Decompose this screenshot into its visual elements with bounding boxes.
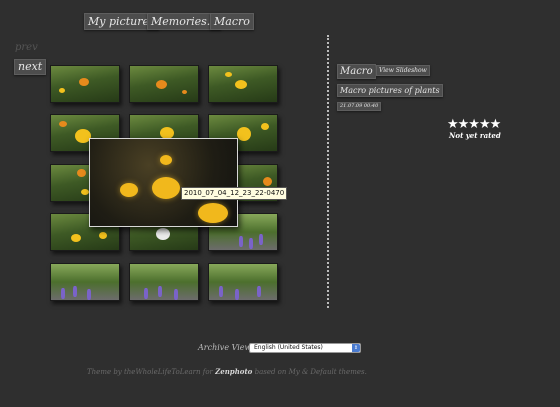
next-button[interactable]: next [14, 59, 47, 75]
thumbnail[interactable] [50, 263, 120, 301]
language-select-value: English (United States) [254, 344, 323, 351]
prev-link[interactable]: prev [15, 42, 38, 53]
thumbnail[interactable] [208, 65, 278, 103]
rating-stars[interactable]: ★★★★★ [447, 117, 501, 132]
album-date: 21.07.09 00:40 [337, 102, 382, 111]
archive-view-label: Archive View - [198, 343, 257, 352]
album-title[interactable]: Macro [337, 64, 376, 79]
image-tooltip: 2010_07_04_12_23_22-0470 [181, 187, 288, 200]
album-description: Macro pictures of plants [337, 84, 443, 97]
breadcrumb-macro[interactable]: Macro [210, 13, 254, 30]
view-slideshow-button[interactable]: View Slideshow [376, 65, 430, 76]
thumbnail[interactable] [129, 263, 199, 301]
thumbnail[interactable] [129, 65, 199, 103]
thumbnail[interactable] [208, 263, 278, 301]
column-divider [327, 35, 329, 308]
image-preview-popup[interactable] [89, 138, 238, 227]
footer-prefix: Theme by theWholeLifeToLearn for [87, 368, 216, 376]
language-select[interactable]: English (United States) ⇕ [249, 343, 361, 353]
thumbnail[interactable] [50, 65, 120, 103]
chevron-down-icon: ⇕ [352, 344, 360, 352]
footer-credits: Theme by theWholeLifeToLearn for Zenphot… [87, 367, 367, 376]
zenphoto-link[interactable]: Zenphoto [215, 367, 252, 376]
footer-suffix: based on My & Default themes. [252, 368, 367, 376]
rating-status: Not yet rated [449, 131, 501, 140]
